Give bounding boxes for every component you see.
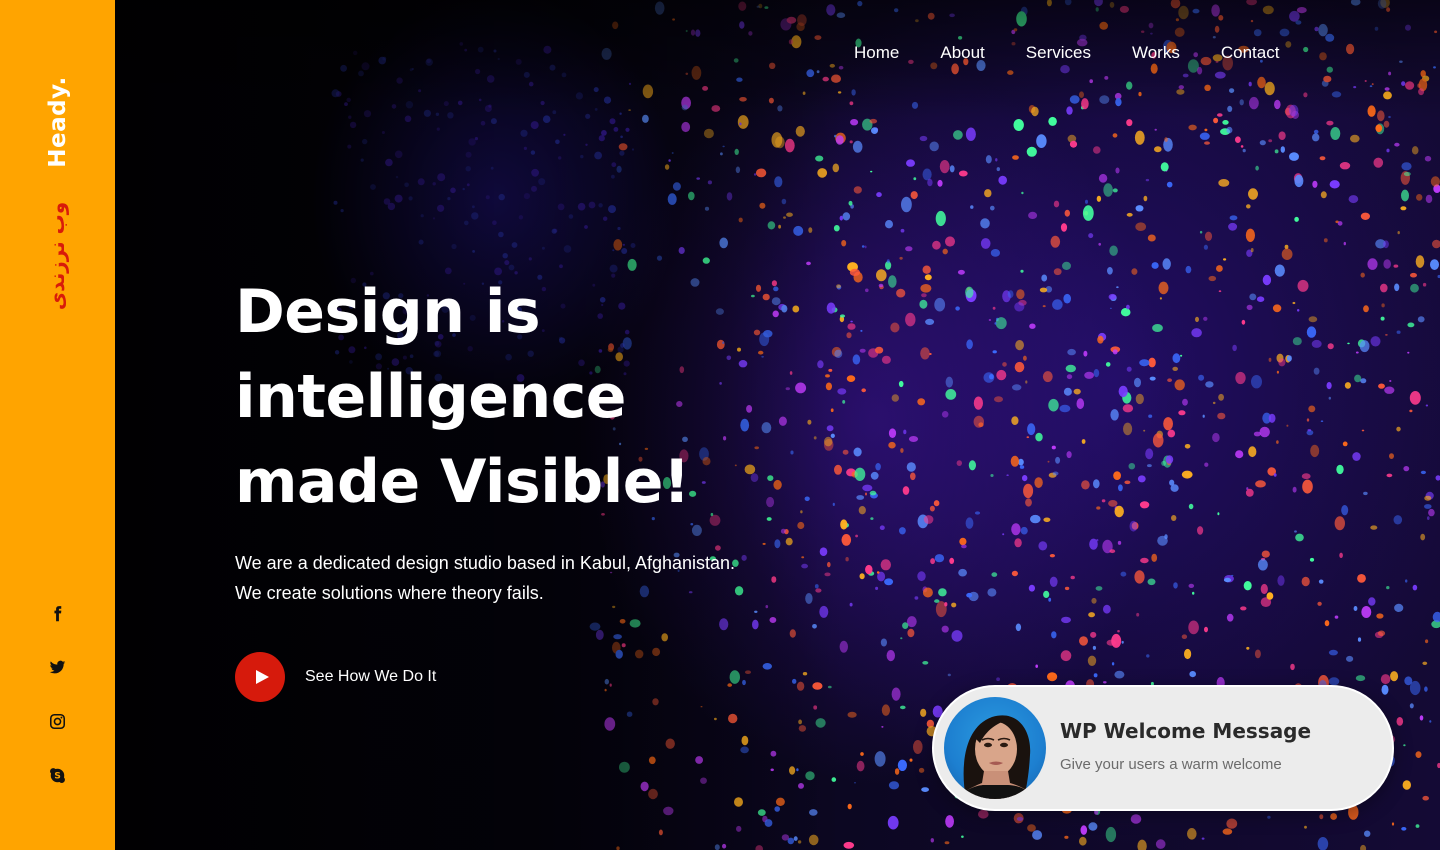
see-how-button[interactable]: See How We Do It xyxy=(235,652,436,702)
twitter-icon[interactable] xyxy=(45,655,69,679)
sidebar: Heady. وب نرزندی S xyxy=(0,0,115,850)
description-line-1: We are a dedicated design studio based i… xyxy=(235,553,736,573)
headline-line-3: made Visible! xyxy=(235,447,690,517)
main-nav: Home About Services Works Contact xyxy=(854,43,1279,63)
nav-home[interactable]: Home xyxy=(854,43,899,63)
nav-works[interactable]: Works xyxy=(1132,43,1180,63)
page: Heady. وب نرزندی S Home About Services W… xyxy=(0,0,1440,850)
instagram-icon[interactable] xyxy=(45,709,69,733)
brand-subtitle: وب نرزندی xyxy=(45,201,69,311)
skype-icon[interactable]: S xyxy=(45,763,69,787)
nav-contact[interactable]: Contact xyxy=(1221,43,1280,63)
nav-about[interactable]: About xyxy=(940,43,984,63)
avatar xyxy=(944,697,1046,799)
welcome-text: Give your users a warm welcome xyxy=(1060,756,1282,773)
svg-text:S: S xyxy=(54,770,61,781)
nav-services[interactable]: Services xyxy=(1026,43,1091,63)
hero-description: We are a dedicated design studio based i… xyxy=(235,548,735,608)
hero-headline: Design is intelligence made Visible! xyxy=(235,270,855,525)
headline-line-1: Design is xyxy=(235,277,541,347)
brand-logo[interactable]: Heady. xyxy=(45,76,71,167)
welcome-message-widget[interactable]: WP Welcome Message Give your users a war… xyxy=(932,685,1394,811)
description-line-2: We create solutions where theory fails. xyxy=(235,583,544,603)
headline-line-2: intelligence xyxy=(235,362,626,432)
welcome-title: WP Welcome Message xyxy=(1060,719,1312,743)
see-how-label[interactable]: See How We Do It xyxy=(305,668,436,686)
play-icon[interactable] xyxy=(235,652,285,702)
facebook-icon[interactable] xyxy=(45,601,69,625)
